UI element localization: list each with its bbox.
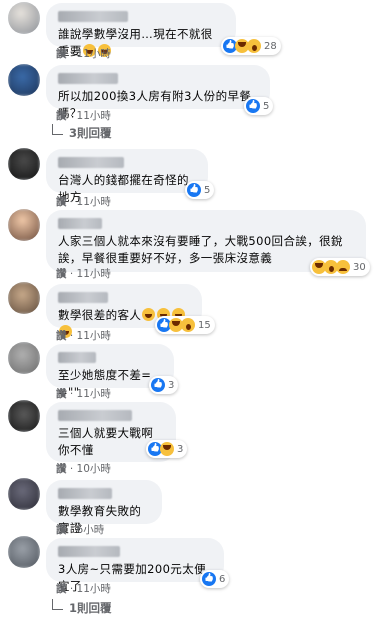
like-link[interactable]: 讚 — [56, 48, 67, 60]
reaction-count: 30 — [353, 261, 366, 273]
timestamp[interactable]: 11小時 — [77, 583, 111, 595]
like-link[interactable]: 讚 — [56, 524, 67, 536]
wow-icon — [181, 318, 195, 332]
view-replies-link[interactable]: 3則回覆 — [52, 124, 112, 141]
commenter-name[interactable] — [58, 218, 102, 229]
comment-text: 人家三個人就本來沒有要睡了，大戰500回合誒，很銳誒，早餐很重要好不好，多一張床… — [58, 234, 343, 265]
timestamp[interactable]: 11小時 — [77, 388, 111, 400]
reaction-count: 5 — [204, 184, 211, 196]
like-link[interactable]: 讚 — [56, 196, 67, 208]
reaction-count: 3 — [168, 379, 175, 391]
timestamp[interactable]: 6小時 — [77, 524, 105, 536]
view-replies-link[interactable]: 1則回覆 — [52, 599, 112, 616]
timestamp[interactable]: 11小時 — [77, 110, 111, 122]
comment-bubble: 數學教育失敗的實證 — [46, 480, 162, 535]
reaction-count: 28 — [264, 40, 277, 52]
reaction-count: 5 — [263, 100, 270, 112]
reaction-summary[interactable]: 5 — [185, 181, 215, 199]
avatar[interactable] — [8, 342, 40, 374]
timestamp[interactable]: 11小時 — [77, 330, 111, 342]
commenter-name[interactable] — [58, 73, 118, 84]
like-link[interactable]: 讚 — [56, 268, 67, 280]
comment-bubble: 3人房~只需要加200元太便宜了 — [46, 538, 224, 593]
commenter-name[interactable] — [58, 352, 96, 363]
like-link[interactable]: 讚 — [56, 110, 67, 122]
like-icon — [246, 99, 260, 113]
reply-arrow-icon — [52, 599, 63, 610]
timestamp[interactable]: 11小時 — [77, 48, 111, 60]
sad-icon — [336, 260, 350, 274]
like-link[interactable]: 讚 — [56, 330, 67, 342]
avatar[interactable] — [8, 209, 40, 241]
reaction-count: 3 — [177, 443, 184, 455]
reaction-summary[interactable]: 28 — [221, 37, 281, 55]
reaction-summary[interactable]: 15 — [155, 316, 215, 334]
timestamp[interactable]: 10小時 — [77, 463, 111, 475]
avatar[interactable] — [8, 148, 40, 180]
reaction-summary[interactable]: 3 — [146, 440, 188, 458]
avatar[interactable] — [8, 400, 40, 432]
like-icon — [187, 183, 201, 197]
commenter-name[interactable] — [58, 410, 132, 421]
avatar[interactable] — [8, 64, 40, 96]
reaction-summary[interactable]: 6 — [200, 570, 230, 588]
avatar[interactable] — [8, 2, 40, 34]
reply-arrow-icon — [52, 124, 63, 135]
timestamp[interactable]: 11小時 — [77, 196, 111, 208]
avatar[interactable] — [8, 536, 40, 568]
reaction-summary[interactable]: 5 — [244, 97, 274, 115]
haha-icon — [160, 442, 174, 456]
like-link[interactable]: 讚 — [56, 463, 67, 475]
reaction-count: 6 — [219, 573, 226, 585]
avatar[interactable] — [8, 282, 40, 314]
comment-bubble: 台灣人的錢都擺在奇怪的地方 — [46, 149, 208, 204]
like-icon — [151, 378, 165, 392]
commenter-name[interactable] — [58, 157, 124, 168]
commenter-name[interactable] — [58, 546, 120, 557]
commenter-name[interactable] — [58, 11, 128, 22]
timestamp[interactable]: 11小時 — [77, 268, 111, 280]
reaction-summary[interactable]: 3 — [149, 376, 179, 394]
comment-text: 數學很差的客人 — [58, 308, 142, 322]
like-icon — [202, 572, 216, 586]
comment-bubble: 誰說學數學沒用…現在不就很重要 — [46, 3, 236, 58]
comment-bubble: 所以加200換3人房有附3人份的早餐嗎？ — [46, 65, 270, 120]
reaction-count: 15 — [198, 319, 211, 331]
avatar[interactable] — [8, 478, 40, 510]
like-link[interactable]: 讚 — [56, 388, 67, 400]
commenter-name[interactable] — [58, 292, 108, 303]
wow-icon — [247, 39, 261, 53]
reaction-summary[interactable]: 30 — [310, 258, 370, 276]
like-link[interactable]: 讚 — [56, 583, 67, 595]
commenter-name[interactable] — [58, 488, 112, 499]
